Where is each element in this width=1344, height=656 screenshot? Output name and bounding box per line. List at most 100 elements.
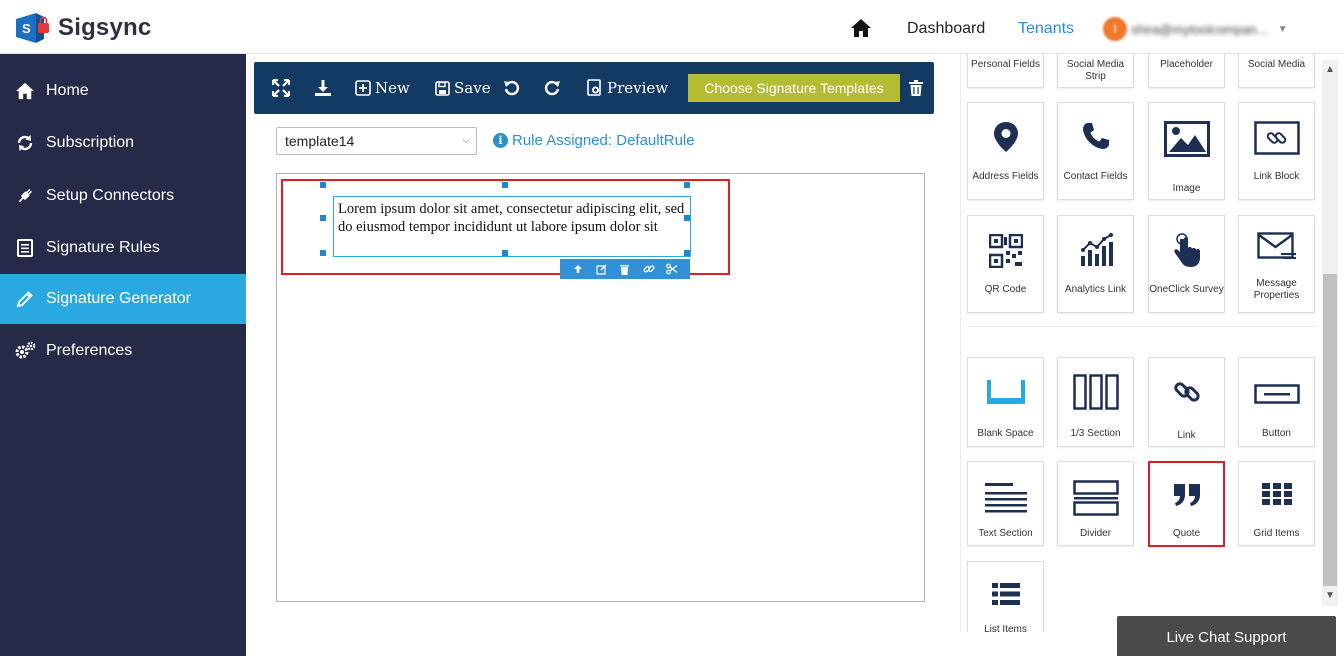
tile-label: Quote (1172, 528, 1201, 539)
app-logo[interactable]: S Sigsync (14, 11, 151, 45)
scroll-down-icon[interactable]: ▼ (1322, 588, 1338, 604)
resize-handle[interactable] (320, 215, 326, 221)
sigsync-logo-icon: S (14, 11, 52, 45)
resize-handle[interactable] (320, 182, 326, 188)
sidebar-item-signature-generator[interactable]: Signature Generator (0, 274, 246, 324)
redo-button[interactable] (543, 62, 565, 114)
plug-icon (14, 185, 36, 207)
save-button-label: Save (454, 79, 491, 97)
tile-contact-fields[interactable]: Contact Fields (1057, 102, 1134, 200)
tile-label: Image (1172, 183, 1201, 194)
move-up-icon[interactable] (569, 260, 587, 278)
tile-link[interactable]: Link (1148, 357, 1225, 447)
delete-button[interactable] (909, 62, 927, 114)
tile-list-items[interactable]: List Items (967, 561, 1044, 632)
tile-label: OneClick Survey (1149, 284, 1224, 295)
trash-icon[interactable] (616, 260, 634, 278)
tile-social-media-strip[interactable]: Social Media Strip (1057, 54, 1134, 88)
plus-square-icon (355, 80, 371, 96)
home-icon (14, 80, 36, 102)
sync-icon (14, 132, 36, 154)
editor-area: New Save Preview Choose Signature Templa… (246, 54, 960, 656)
home-icon[interactable] (850, 18, 872, 38)
trash-icon (909, 80, 923, 96)
palette-scrollbar[interactable]: ▲ ▼ (1322, 60, 1338, 606)
button-icon (1239, 384, 1314, 404)
rule-assigned[interactable]: i Rule Assigned: DefaultRule (493, 132, 695, 149)
resize-handle[interactable] (320, 250, 326, 256)
resize-handle[interactable] (684, 215, 690, 221)
divider-icon (1058, 480, 1133, 516)
dashboard-link[interactable]: Dashboard (907, 20, 985, 38)
fullscreen-button[interactable] (272, 62, 294, 114)
new-button[interactable]: New (355, 62, 410, 114)
tile-divider[interactable]: Divider (1057, 461, 1134, 546)
tile-label: Button (1262, 428, 1291, 439)
tile-label: Personal Fields (971, 59, 1040, 70)
tile-placeholder[interactable]: Placeholder (1148, 54, 1225, 88)
selected-block-highlight: Lorem ipsum dolor sit amet, consectetur … (281, 179, 730, 279)
live-chat-button[interactable]: Live Chat Support (1117, 616, 1336, 656)
save-button[interactable]: Save (435, 62, 491, 114)
resize-handle[interactable] (684, 250, 690, 256)
tile-grid-items[interactable]: Grid Items (1238, 461, 1315, 546)
link-block-icon (1239, 121, 1314, 155)
tile-one-third-section[interactable]: 1/3 Section (1057, 357, 1134, 447)
tile-social-media[interactable]: Social Media (1238, 54, 1315, 88)
tap-icon (1149, 232, 1224, 268)
edit-icon[interactable] (592, 260, 610, 278)
tile-quote[interactable]: Quote (1148, 461, 1225, 547)
tile-button[interactable]: Button (1238, 357, 1315, 447)
tile-qr-code[interactable]: QR Code (967, 215, 1044, 313)
tile-address-fields[interactable]: Address Fields (967, 102, 1044, 200)
text-block[interactable]: Lorem ipsum dolor sit amet, consectetur … (333, 196, 691, 257)
tile-personal-fields[interactable]: Personal Fields (967, 54, 1044, 88)
choose-templates-button[interactable]: Choose Signature Templates (688, 74, 900, 102)
sidebar-item-label: Home (46, 82, 89, 99)
blank-space-icon (968, 378, 1043, 404)
resize-handle[interactable] (684, 182, 690, 188)
link-icon[interactable] (640, 260, 658, 278)
tile-label: QR Code (984, 284, 1027, 295)
tile-blank-space[interactable]: Blank Space (967, 357, 1044, 447)
resize-handle[interactable] (502, 250, 508, 256)
sidebar-item-setup-connectors[interactable]: Setup Connectors (0, 171, 246, 221)
tile-oneclick-survey[interactable]: OneClick Survey (1148, 215, 1225, 313)
scroll-up-icon[interactable]: ▲ (1322, 62, 1338, 78)
signature-canvas[interactable]: Lorem ipsum dolor sit amet, consectetur … (276, 173, 925, 602)
sidebar: Home Subscription Setup Connectors Signa… (0, 54, 246, 656)
image-icon (1149, 121, 1224, 157)
template-select[interactable]: template14 ⌵ (276, 127, 477, 155)
download-button[interactable] (314, 62, 336, 114)
tile-message-properties[interactable]: Message Properties (1238, 215, 1315, 313)
tile-label: Blank Space (977, 428, 1034, 439)
sidebar-item-label: Setup Connectors (46, 187, 175, 204)
new-button-label: New (375, 79, 410, 97)
qr-code-icon (968, 234, 1043, 268)
sidebar-item-label: Signature Rules (46, 239, 160, 256)
tile-label: Grid Items (1253, 528, 1300, 539)
undo-button[interactable] (503, 62, 525, 114)
scissors-icon[interactable] (663, 260, 681, 278)
list-icon (968, 582, 1043, 606)
preview-button-label: Preview (607, 79, 669, 97)
tile-analytics-link[interactable]: Analytics Link (1057, 215, 1134, 313)
tile-text-section[interactable]: Text Section (967, 461, 1044, 546)
sidebar-item-preferences[interactable]: Preferences (0, 326, 246, 376)
analytics-icon (1058, 232, 1133, 268)
tenants-link[interactable]: Tenants (1018, 20, 1074, 38)
resize-handle[interactable] (502, 182, 508, 188)
preview-button[interactable]: Preview (587, 62, 668, 114)
download-icon (315, 80, 331, 96)
scroll-thumb[interactable] (1323, 274, 1337, 586)
user-menu[interactable]: I shira@mytoolcompan... ▼ (1103, 17, 1288, 41)
tile-link-block[interactable]: Link Block (1238, 102, 1315, 200)
sidebar-item-home[interactable]: Home (0, 66, 246, 116)
template-select-value: template14 (285, 133, 355, 149)
sidebar-item-signature-rules[interactable]: Signature Rules (0, 223, 246, 273)
tile-image[interactable]: Image (1148, 102, 1225, 200)
sidebar-item-subscription[interactable]: Subscription (0, 118, 246, 168)
grid-icon (1239, 482, 1314, 506)
phone-icon (1058, 121, 1133, 151)
avatar: I (1103, 17, 1127, 41)
